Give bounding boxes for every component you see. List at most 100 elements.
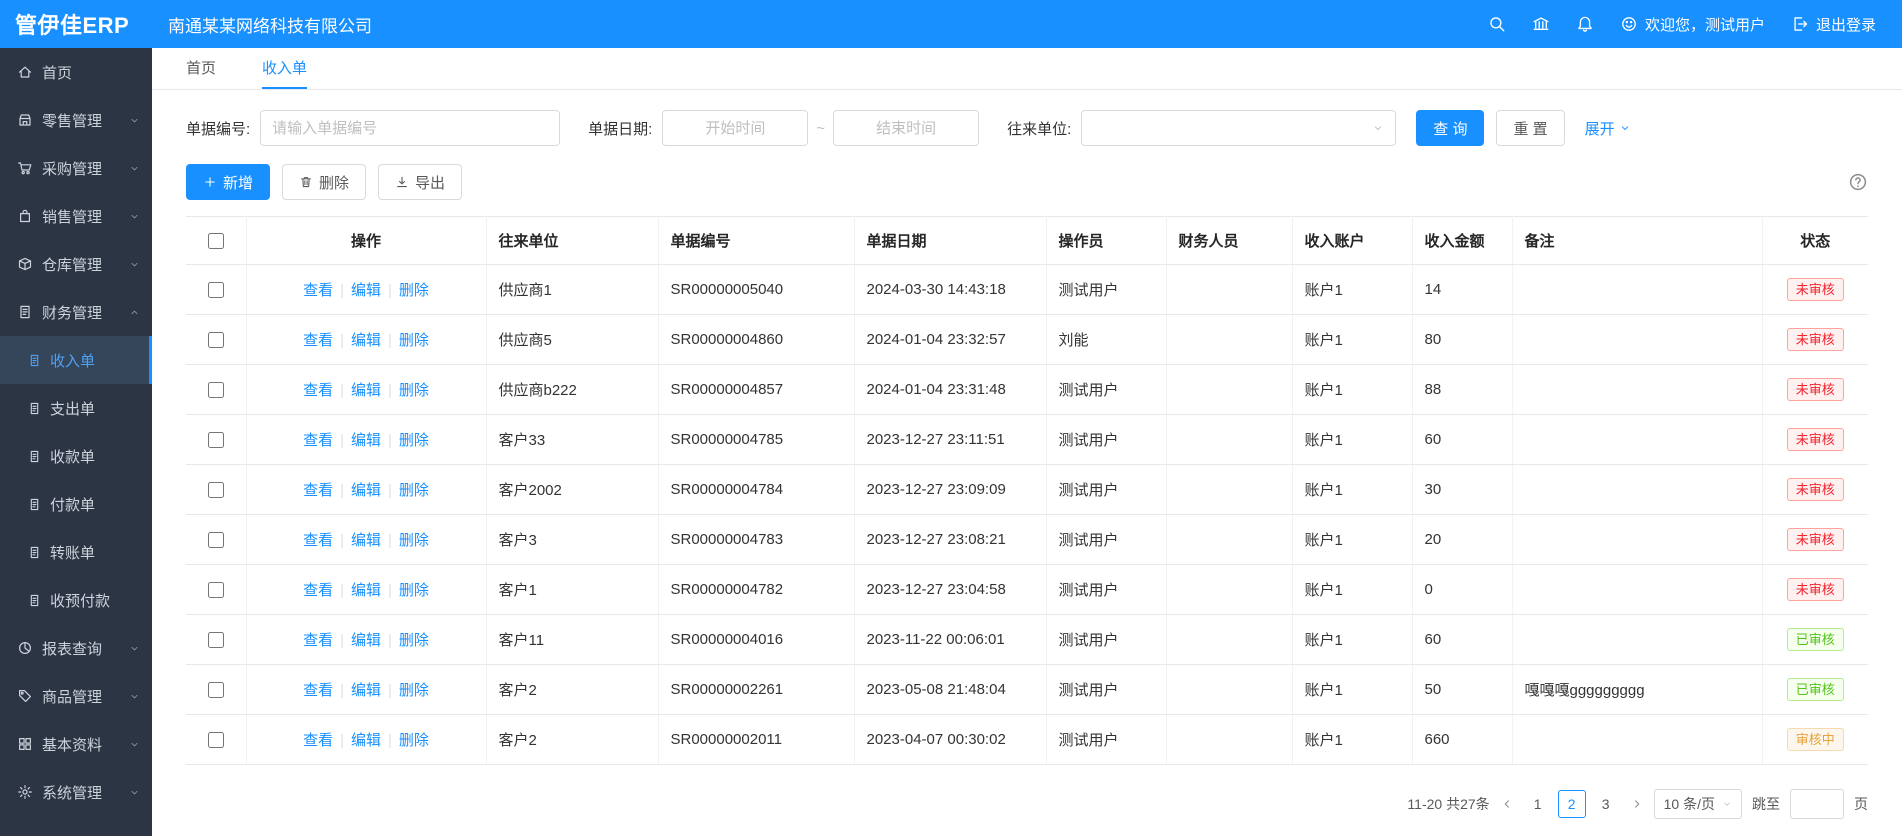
cell-amount: 30 — [1412, 465, 1512, 515]
action-divider: | — [388, 332, 392, 349]
row-action-view[interactable]: 查看 — [303, 482, 333, 499]
column-header: 单据日期 — [854, 217, 1046, 265]
row-action-delete[interactable]: 删除 — [399, 432, 429, 449]
cell-bill_no: SR00000004784 — [658, 465, 854, 515]
row-action-delete[interactable]: 删除 — [399, 332, 429, 349]
row-action-delete[interactable]: 删除 — [399, 582, 429, 599]
row-action-edit[interactable]: 编辑 — [351, 382, 381, 399]
date-end-input[interactable] — [833, 110, 979, 146]
sidebar-item-sales[interactable]: 销售管理 — [0, 192, 152, 240]
sidebar-item-expense-bill[interactable]: 支出单 — [0, 384, 152, 432]
export-button[interactable]: 导出 — [378, 164, 462, 200]
bank-icon[interactable] — [1532, 15, 1550, 33]
page-number-3[interactable]: 3 — [1592, 790, 1620, 818]
sidebar-item-retail[interactable]: 零售管理 — [0, 96, 152, 144]
row-action-edit[interactable]: 编辑 — [351, 582, 381, 599]
next-page-icon[interactable] — [1630, 797, 1644, 811]
row-action-edit[interactable]: 编辑 — [351, 282, 381, 299]
action-divider: | — [340, 482, 344, 499]
row-action-delete[interactable]: 删除 — [399, 532, 429, 549]
row-action-view[interactable]: 查看 — [303, 682, 333, 699]
sidebar-item-warehouse[interactable]: 仓库管理 — [0, 240, 152, 288]
row-action-edit[interactable]: 编辑 — [351, 732, 381, 749]
cell-account: 账户1 — [1292, 465, 1412, 515]
sidebar-item-report[interactable]: 报表查询 — [0, 624, 152, 672]
sidebar-item-payment-bill[interactable]: 付款单 — [0, 480, 152, 528]
row-action-delete[interactable]: 删除 — [399, 282, 429, 299]
column-header: 操作 — [246, 217, 486, 265]
partner-select[interactable] — [1081, 110, 1396, 146]
cell-partner: 客户33 — [486, 415, 658, 465]
reset-button[interactable]: 重 置 — [1496, 110, 1564, 146]
sidebar-item-transfer-bill[interactable]: 转账单 — [0, 528, 152, 576]
row-checkbox[interactable] — [208, 482, 224, 498]
row-action-delete[interactable]: 删除 — [399, 682, 429, 699]
tab-income-bill[interactable]: 收入单 — [262, 48, 307, 89]
row-checkbox[interactable] — [208, 282, 224, 298]
expand-link[interactable]: 展开 — [1585, 118, 1631, 139]
row-checkbox[interactable] — [208, 532, 224, 548]
row-checkbox[interactable] — [208, 732, 224, 748]
sidebar-item-system[interactable]: 系统管理 — [0, 768, 152, 816]
row-action-view[interactable]: 查看 — [303, 332, 333, 349]
row-action-edit[interactable]: 编辑 — [351, 532, 381, 549]
row-action-edit[interactable]: 编辑 — [351, 432, 381, 449]
bell-icon[interactable] — [1576, 15, 1594, 33]
jump-suffix: 页 — [1854, 794, 1868, 814]
row-action-delete[interactable]: 删除 — [399, 382, 429, 399]
sidebar-item-goods[interactable]: 商品管理 — [0, 672, 152, 720]
search-button[interactable]: 查 询 — [1416, 110, 1484, 146]
row-checkbox[interactable] — [208, 632, 224, 648]
sidebar-item-income-bill[interactable]: 收入单 — [0, 336, 152, 384]
row-action-edit[interactable]: 编辑 — [351, 632, 381, 649]
row-action-edit[interactable]: 编辑 — [351, 482, 381, 499]
logout-button[interactable]: 退出登录 — [1791, 14, 1876, 35]
row-action-delete[interactable]: 删除 — [399, 632, 429, 649]
page-number-1[interactable]: 1 — [1524, 790, 1552, 818]
chevron-down-icon — [1372, 122, 1384, 134]
cell-date: 2023-11-22 00:06:01 — [854, 615, 1046, 665]
cell-account: 账户1 — [1292, 315, 1412, 365]
row-checkbox[interactable] — [208, 682, 224, 698]
row-action-view[interactable]: 查看 — [303, 382, 333, 399]
row-action-view[interactable]: 查看 — [303, 532, 333, 549]
page-number-2[interactable]: 2 — [1558, 790, 1586, 818]
sidebar-item-purchase[interactable]: 采购管理 — [0, 144, 152, 192]
sidebar-item-label: 基本资料 — [42, 734, 129, 755]
tab-home[interactable]: 首页 — [186, 48, 216, 89]
row-action-delete[interactable]: 删除 — [399, 732, 429, 749]
row-checkbox[interactable] — [208, 432, 224, 448]
user-welcome[interactable]: 欢迎您，测试用户 — [1620, 14, 1765, 35]
row-checkbox[interactable] — [208, 382, 224, 398]
jump-page-input[interactable] — [1790, 789, 1844, 819]
page-size-select[interactable]: 10 条/页 — [1654, 789, 1742, 819]
income-bill-table: 操作往来单位单据编号单据日期操作员财务人员收入账户收入金额备注状态 查看|编辑|… — [186, 216, 1868, 765]
sidebar-item-home[interactable]: 首页 — [0, 48, 152, 96]
row-action-delete[interactable]: 删除 — [399, 482, 429, 499]
row-checkbox[interactable] — [208, 332, 224, 348]
prev-page-icon[interactable] — [1500, 797, 1514, 811]
sidebar-item-advance-receipt[interactable]: 收预付款 — [0, 576, 152, 624]
delete-button[interactable]: 删除 — [282, 164, 366, 200]
row-action-view[interactable]: 查看 — [303, 632, 333, 649]
help-icon[interactable] — [1848, 172, 1868, 192]
row-checkbox[interactable] — [208, 582, 224, 598]
row-action-edit[interactable]: 编辑 — [351, 332, 381, 349]
sidebar-item-finance[interactable]: 财务管理 — [0, 288, 152, 336]
sidebar-item-receipt-bill[interactable]: 收款单 — [0, 432, 152, 480]
row-action-view[interactable]: 查看 — [303, 282, 333, 299]
sidebar-item-basic[interactable]: 基本资料 — [0, 720, 152, 768]
cell-amount: 50 — [1412, 665, 1512, 715]
bill-no-input[interactable] — [260, 110, 560, 146]
select-all-checkbox[interactable] — [208, 233, 224, 249]
add-button[interactable]: 新增 — [186, 164, 270, 200]
search-icon[interactable] — [1488, 15, 1506, 33]
date-start-input[interactable] — [662, 110, 808, 146]
row-action-view[interactable]: 查看 — [303, 732, 333, 749]
doc-icon — [27, 593, 42, 608]
row-action-view[interactable]: 查看 — [303, 582, 333, 599]
row-actions-cell: 查看|编辑|删除 — [246, 415, 486, 465]
row-action-edit[interactable]: 编辑 — [351, 682, 381, 699]
row-action-view[interactable]: 查看 — [303, 432, 333, 449]
cell-bill_no: SR00000002011 — [658, 715, 854, 765]
